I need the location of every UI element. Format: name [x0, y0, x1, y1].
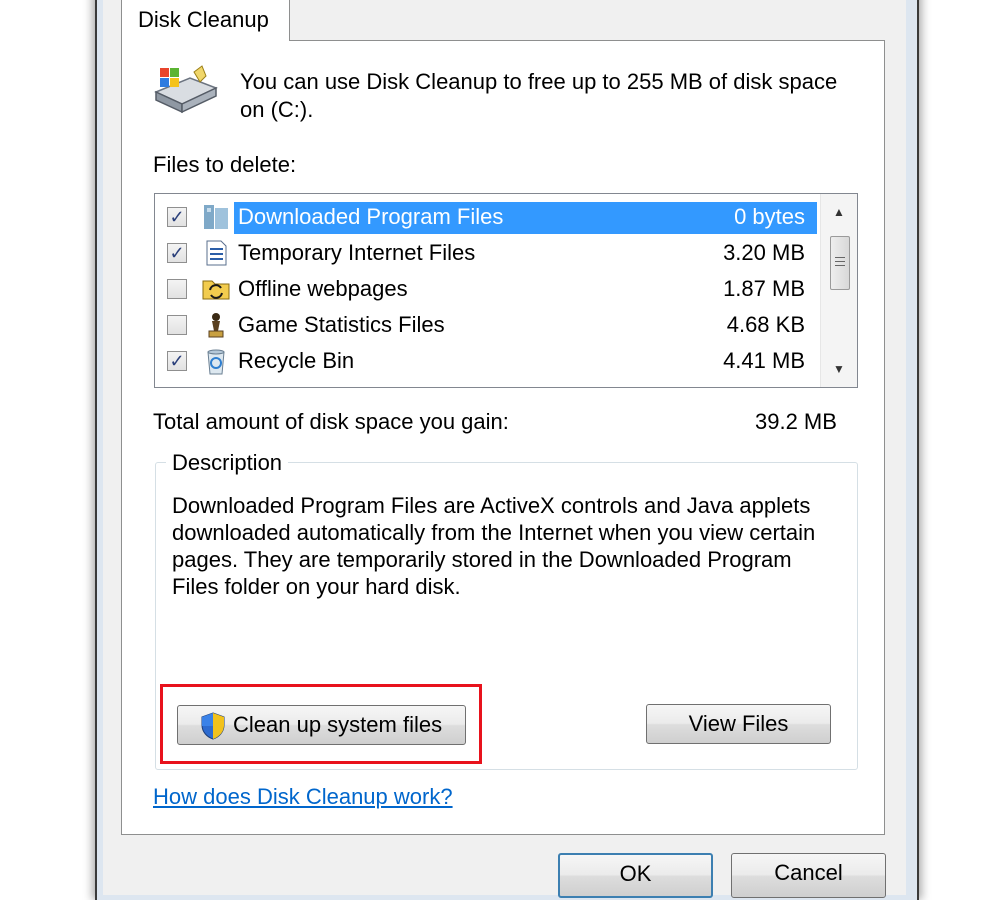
- item-size: 3.20 MB: [723, 240, 805, 265]
- scroll-down-arrow-icon[interactable]: ▼: [821, 355, 857, 383]
- item-size: 4.68 KB: [726, 312, 805, 337]
- program-files-icon: [201, 203, 231, 231]
- checkbox-game-statistics-files[interactable]: [167, 315, 187, 335]
- chess-piece-icon: [201, 311, 231, 339]
- annotation-highlight-box: [160, 684, 482, 764]
- checkbox-offline-webpages[interactable]: [167, 279, 187, 299]
- intro-text: You can use Disk Cleanup to free up to 2…: [240, 69, 838, 122]
- drive-cleanup-icon: [150, 64, 220, 114]
- list-item-game-statistics-files[interactable]: Game Statistics Files 4.68 KB: [155, 307, 817, 343]
- item-size: 0 bytes: [734, 204, 805, 229]
- list-item-downloaded-program-files[interactable]: ✓ Downloaded Program Files 0 bytes: [155, 199, 817, 235]
- ok-button[interactable]: OK: [558, 853, 713, 898]
- item-name: Temporary Internet Files: [238, 240, 476, 265]
- description-legend: Description: [166, 450, 289, 476]
- checkbox-temporary-internet-files[interactable]: ✓: [167, 243, 187, 263]
- files-to-delete-label: Files to delete:: [153, 152, 297, 177]
- checkbox-downloaded-program-files[interactable]: ✓: [167, 207, 187, 227]
- sync-folder-icon: [201, 275, 231, 303]
- item-size: 4.41 MB: [723, 348, 805, 373]
- list-item-offline-webpages[interactable]: Offline webpages 1.87 MB: [155, 271, 817, 307]
- view-files-button[interactable]: View Files: [646, 704, 831, 744]
- total-gain-label: Total amount of disk space you gain:: [153, 409, 509, 434]
- list-scrollbar[interactable]: ▲ ▼: [820, 194, 857, 387]
- checkbox-recycle-bin[interactable]: ✓: [167, 351, 187, 371]
- total-gain-value: 39.2 MB: [755, 409, 837, 434]
- scroll-up-arrow-icon[interactable]: ▲: [821, 198, 857, 226]
- tab-label: Disk Cleanup: [138, 7, 269, 32]
- item-name: Offline webpages: [238, 276, 408, 301]
- description-text: Downloaded Program Files are ActiveX con…: [172, 493, 816, 599]
- item-name: Downloaded Program Files: [238, 204, 504, 229]
- help-link[interactable]: How does Disk Cleanup work?: [153, 784, 453, 810]
- list-item-recycle-bin[interactable]: ✓ Recycle Bin 4.41 MB: [155, 343, 817, 379]
- files-list[interactable]: ✓ Downloaded Program Files 0 bytes ✓ Tem…: [154, 193, 858, 388]
- tab-disk-cleanup[interactable]: Disk Cleanup: [121, 0, 290, 41]
- recycle-bin-icon: [201, 347, 231, 375]
- cancel-button[interactable]: Cancel: [731, 853, 886, 898]
- document-icon: [201, 239, 231, 267]
- item-name: Recycle Bin: [238, 348, 355, 373]
- item-name: Game Statistics Files: [238, 312, 445, 337]
- item-size: 1.87 MB: [723, 276, 805, 301]
- list-item-temporary-internet-files[interactable]: ✓ Temporary Internet Files 3.20 MB: [155, 235, 817, 271]
- scroll-thumb[interactable]: [830, 236, 850, 290]
